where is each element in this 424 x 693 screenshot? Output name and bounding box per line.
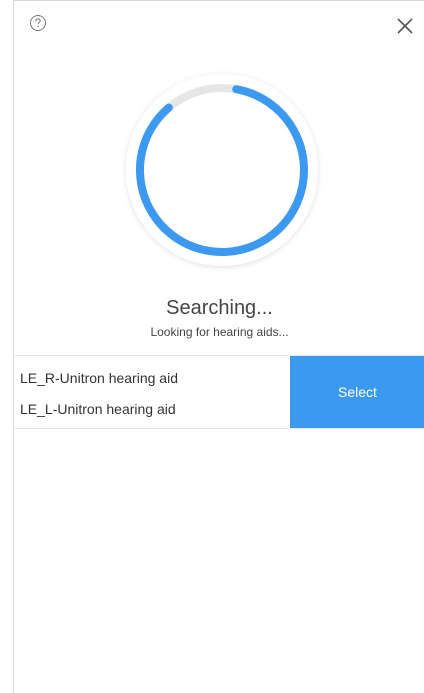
searching-subtitle: Looking for hearing aids... bbox=[150, 325, 289, 339]
close-x-icon bbox=[397, 18, 413, 34]
close-icon[interactable] bbox=[396, 17, 414, 35]
help-icon[interactable] bbox=[29, 14, 47, 32]
device-name-right: LE_R-Unitron hearing aid bbox=[20, 370, 178, 386]
question-circle-icon bbox=[30, 15, 46, 31]
spinner-disc bbox=[126, 74, 318, 266]
app-window: Searching... Looking for hearing aids...… bbox=[13, 0, 424, 693]
progress-ring bbox=[126, 74, 318, 266]
device-list: LE_R-Unitron hearing aid LE_L-Unitron he… bbox=[14, 355, 424, 429]
select-button[interactable]: Select bbox=[290, 356, 424, 428]
device-names: LE_R-Unitron hearing aid LE_L-Unitron he… bbox=[20, 356, 288, 428]
device-name-left: LE_L-Unitron hearing aid bbox=[20, 401, 176, 417]
search-progress-spinner bbox=[117, 65, 327, 275]
searching-title: Searching... bbox=[166, 297, 273, 319]
